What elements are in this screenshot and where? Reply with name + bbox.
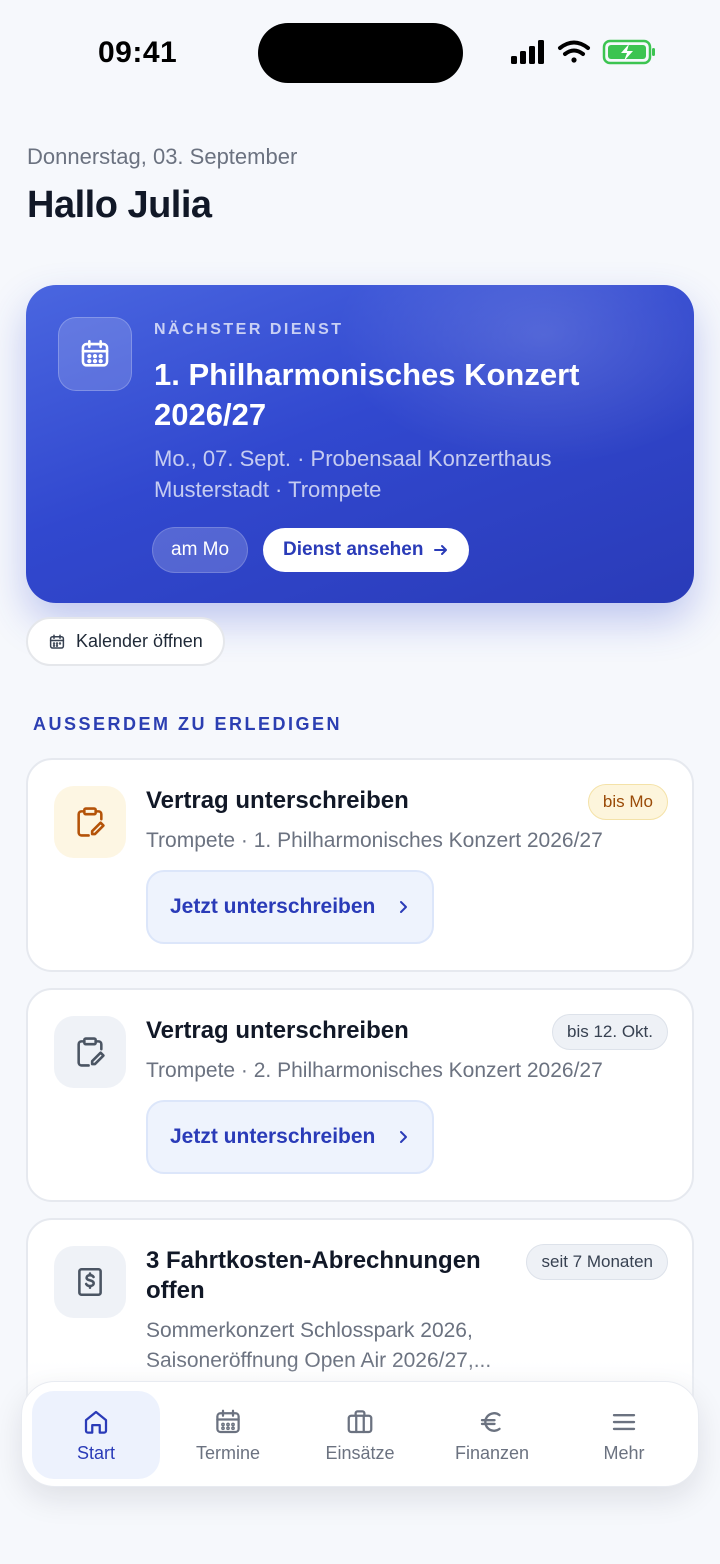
sign-contract-button[interactable]: Jetzt unterschreiben (146, 1100, 434, 1174)
status-time: 09:41 (98, 36, 178, 69)
task-card-contract-2[interactable]: Vertrag unterschreiben Trompete · 2. Phi… (26, 988, 694, 1202)
next-service-eyebrow: NÄCHSTER DIENST (154, 321, 344, 338)
task-subtitle: Trompete · 2. Philharmonisches Konzert 2… (146, 1059, 603, 1082)
calendar-icon (216, 1409, 240, 1433)
chevron-right-icon (400, 901, 407, 913)
clipboard-edit-icon (54, 1016, 126, 1088)
menu-icon (612, 1413, 636, 1430)
dynamic-island (258, 23, 463, 83)
next-service-title: 1. Philharmonisches Konzert 2026/27 (154, 357, 580, 432)
view-service-label: Dienst ansehen (283, 539, 424, 560)
nav-label: Termine (195, 1442, 261, 1463)
receipt-icon (54, 1246, 126, 1318)
sign-contract-label: Jetzt unterschreiben (170, 895, 376, 918)
nav-label: Start (76, 1442, 115, 1463)
nav-label: Mehr (603, 1442, 645, 1463)
nav-label: Finanzen (454, 1442, 530, 1463)
task-card-contract-1[interactable]: Vertrag unterschreiben Trompete · 1. Phi… (26, 758, 694, 972)
wifi-icon (558, 40, 590, 63)
battery-icon (602, 39, 655, 65)
next-service-day-chip: am Mo (152, 527, 249, 573)
sign-contract-button[interactable]: Jetzt unterschreiben (146, 870, 434, 944)
euro-icon (480, 1411, 501, 1432)
calendar-icon (49, 634, 65, 649)
nav-item-einsaetze[interactable]: Einsätze (296, 1391, 424, 1479)
chevron-right-icon (400, 1131, 407, 1143)
next-service-subtitle: Mo., 07. Sept. · Probensaal Konzerthaus … (154, 446, 552, 502)
status-icons (511, 39, 655, 65)
task-subtitle: Trompete · 1. Philharmonisches Konzert 2… (146, 829, 603, 852)
status-bar: 09:41 (0, 0, 720, 104)
todo-section-label: AUSSERDEM ZU ERLEDIGEN (33, 714, 343, 734)
calendar-icon (58, 317, 132, 391)
sign-contract-label: Jetzt unterschreiben (170, 1125, 376, 1148)
briefcase-icon (347, 1409, 373, 1433)
deadline-badge: bis Mo (587, 784, 668, 820)
view-service-button[interactable]: Dienst ansehen (263, 528, 470, 572)
signal-icon (511, 40, 544, 64)
open-calendar-label: Kalender öffnen (76, 631, 203, 651)
task-title: Vertrag unterschreiben (146, 787, 409, 814)
age-badge: seit 7 Monaten (526, 1244, 668, 1280)
date-label: Donnerstag, 03. September (27, 144, 298, 169)
arrow-right-icon (434, 545, 448, 555)
open-calendar-button[interactable]: Kalender öffnen (26, 617, 225, 666)
home-icon (84, 1410, 108, 1434)
next-service-card[interactable]: NÄCHSTER DIENST 1. Philharmonisches Konz… (26, 285, 694, 603)
page-title: Hallo Julia (27, 184, 212, 226)
nav-item-termine[interactable]: Termine (164, 1391, 292, 1479)
nav-item-mehr[interactable]: Mehr (560, 1391, 688, 1479)
nav-item-finanzen[interactable]: Finanzen (428, 1391, 556, 1479)
nav-item-start[interactable]: Start (32, 1391, 160, 1479)
deadline-badge: bis 12. Okt. (552, 1014, 668, 1050)
task-title: 3 Fahrtkosten-Abrechnungen offen (146, 1247, 481, 1304)
clipboard-edit-icon (54, 786, 126, 858)
task-title: Vertrag unterschreiben (146, 1017, 409, 1044)
nav-label: Einsätze (325, 1442, 395, 1463)
bottom-nav: Start Termine Einsätze Finanzen Mehr (21, 1381, 699, 1487)
